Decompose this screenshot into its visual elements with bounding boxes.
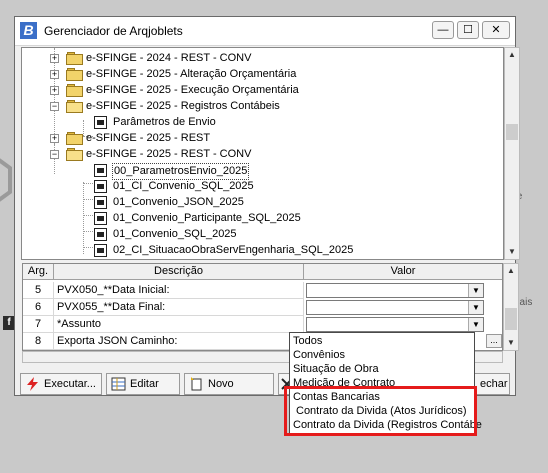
folder-open-icon bbox=[66, 148, 83, 161]
joblet-document-icon bbox=[94, 212, 107, 225]
dropdown-arrow-icon[interactable]: ▼ bbox=[468, 301, 483, 314]
tree-item[interactable]: 01_Convenio_JSON_2025 bbox=[22, 195, 502, 210]
fechar-label: echar bbox=[480, 378, 508, 390]
scroll-thumb[interactable] bbox=[506, 124, 518, 140]
folder-icon bbox=[66, 84, 83, 97]
tree-item-label: Parâmetros de Envio bbox=[113, 116, 216, 128]
data-final-combo[interactable]: ▼ bbox=[306, 300, 484, 315]
grid-edit-icon bbox=[111, 377, 126, 391]
browse-path-button[interactable]: ... bbox=[486, 334, 502, 348]
expand-toggle-icon[interactable]: + bbox=[50, 134, 59, 143]
tree-item-label: e-SFINGE - 2025 - REST bbox=[86, 132, 211, 144]
tree-item[interactable]: 01_Convenio_SQL_2025 bbox=[22, 227, 502, 242]
tree-item-label: 00_ParametrosEnvio_2025 bbox=[112, 163, 250, 180]
column-header-descricao[interactable]: Descrição bbox=[54, 264, 304, 280]
tree-item[interactable]: − e-SFINGE - 2025 - Registros Contábeis bbox=[22, 99, 502, 114]
tree-item[interactable]: + e-SFINGE - 2024 - REST - CONV bbox=[22, 51, 502, 66]
executar-button[interactable]: Executar... bbox=[20, 373, 102, 395]
collapse-toggle-icon[interactable]: − bbox=[50, 150, 59, 159]
folder-icon bbox=[66, 52, 83, 65]
assunto-combo[interactable]: ▼ bbox=[306, 317, 484, 332]
minimize-button[interactable]: — bbox=[432, 21, 454, 39]
dropdown-option[interactable]: Convênios bbox=[293, 348, 345, 362]
annotation-highlight-box bbox=[284, 386, 477, 436]
background-hexagon bbox=[0, 158, 12, 202]
tree-item[interactable]: + e-SFINGE - 2025 - REST bbox=[22, 131, 502, 146]
tree-item-label: e-SFINGE - 2025 - REST - CONV bbox=[86, 148, 252, 160]
scroll-up-icon[interactable]: ▲ bbox=[505, 48, 519, 62]
scroll-up-icon[interactable]: ▲ bbox=[504, 264, 518, 278]
executar-label: Executar... bbox=[44, 378, 96, 390]
grid-arg-cell: 7 bbox=[23, 316, 54, 333]
collapse-toggle-icon[interactable]: − bbox=[50, 102, 59, 111]
tree-item[interactable]: 02_CI_SituacaoObraServEngenharia_SQL_202… bbox=[22, 243, 502, 258]
joblet-document-icon bbox=[94, 164, 107, 177]
expand-toggle-icon[interactable]: + bbox=[50, 54, 59, 63]
grid-description-cell: PVX055_**Data Final: bbox=[54, 299, 304, 316]
tree-item[interactable]: 01_Convenio_Participante_SQL_2025 bbox=[22, 211, 502, 226]
maximize-button[interactable]: ☐ bbox=[457, 21, 479, 39]
tree-item-label: 02_CI_SituacaoObraServEngenharia_SQL_202… bbox=[113, 244, 354, 256]
data-inicial-combo[interactable]: ▼ bbox=[306, 283, 484, 298]
column-header-arg[interactable]: Arg. bbox=[23, 264, 54, 280]
scroll-thumb[interactable] bbox=[505, 308, 517, 330]
lightning-icon bbox=[27, 377, 38, 391]
tree-item[interactable]: Parâmetros de Envio bbox=[22, 115, 502, 130]
tree-item[interactable]: 00_ParametrosEnvio_2025 bbox=[22, 163, 502, 180]
dropdown-option[interactable]: Todos bbox=[293, 334, 322, 348]
editar-button[interactable]: Editar bbox=[106, 373, 180, 395]
folder-icon bbox=[66, 68, 83, 81]
folder-open-icon bbox=[66, 100, 83, 113]
window-title: Gerenciador de Arqjoblets bbox=[44, 24, 183, 38]
joblet-document-icon bbox=[94, 180, 107, 193]
dropdown-arrow-icon[interactable]: ▼ bbox=[468, 318, 483, 331]
new-document-icon bbox=[191, 377, 202, 391]
grid-description-cell: PVX050_**Data Inicial: bbox=[54, 282, 304, 299]
dropdown-arrow-icon[interactable]: ▼ bbox=[468, 284, 483, 297]
grid-description-cell: Exporta JSON Caminho: bbox=[54, 333, 304, 350]
grid-arg-cell: 8 bbox=[23, 333, 54, 350]
editar-label: Editar bbox=[130, 378, 159, 390]
tree-item-label: 01_Convenio_JSON_2025 bbox=[113, 196, 244, 208]
joblet-tree[interactable]: + e-SFINGE - 2024 - REST - CONV + e-SFIN… bbox=[21, 47, 504, 260]
tree-item-label: 01_CI_Convenio_SQL_2025 bbox=[113, 180, 254, 192]
scroll-down-icon[interactable]: ▼ bbox=[504, 336, 518, 350]
expand-toggle-icon[interactable]: + bbox=[50, 86, 59, 95]
tree-item-label: e-SFINGE - 2025 - Alteração Orçamentária bbox=[86, 68, 297, 80]
joblet-document-icon bbox=[94, 228, 107, 241]
novo-button[interactable]: Novo bbox=[184, 373, 274, 395]
tree-item[interactable]: + e-SFINGE - 2025 - Execução Orçamentári… bbox=[22, 83, 502, 98]
tree-item-label: 01_Convenio_Participante_SQL_2025 bbox=[113, 212, 301, 224]
tree-item[interactable]: + e-SFINGE - 2025 - Alteração Orçamentár… bbox=[22, 67, 502, 82]
close-button[interactable]: ✕ bbox=[482, 21, 510, 39]
novo-label: Novo bbox=[208, 378, 234, 390]
joblet-document-icon bbox=[94, 116, 107, 129]
tree-item-label: 01_Convenio_SQL_2025 bbox=[113, 228, 237, 240]
grid-vertical-scrollbar[interactable]: ▲ ▼ bbox=[503, 263, 519, 351]
grid-arg-cell: 5 bbox=[23, 282, 54, 299]
folder-icon bbox=[66, 132, 83, 145]
joblet-document-icon bbox=[94, 196, 107, 209]
dropdown-option[interactable]: Situação de Obra bbox=[293, 362, 379, 376]
tree-item-label: e-SFINGE - 2025 - Execução Orçamentária bbox=[86, 84, 299, 96]
app-icon: B bbox=[20, 22, 37, 39]
title-bar[interactable]: B Gerenciador de Arqjoblets — ☐ ✕ bbox=[15, 17, 515, 46]
tree-item[interactable]: − e-SFINGE - 2025 - REST - CONV bbox=[22, 147, 502, 162]
tree-item[interactable]: 01_CI_Convenio_SQL_2025 bbox=[22, 179, 502, 194]
tree-item-label: e-SFINGE - 2024 - REST - CONV bbox=[86, 52, 252, 64]
tree-item-label: e-SFINGE - 2025 - Registros Contábeis bbox=[86, 100, 280, 112]
column-header-valor[interactable]: Valor bbox=[304, 264, 502, 280]
grid-arg-cell: 6 bbox=[23, 299, 54, 316]
joblet-document-icon bbox=[94, 244, 107, 257]
scroll-down-icon[interactable]: ▼ bbox=[505, 245, 519, 259]
grid-description-cell: *Assunto bbox=[54, 316, 304, 333]
tree-vertical-scrollbar[interactable]: ▲ ▼ bbox=[504, 47, 520, 260]
expand-toggle-icon[interactable]: + bbox=[50, 70, 59, 79]
